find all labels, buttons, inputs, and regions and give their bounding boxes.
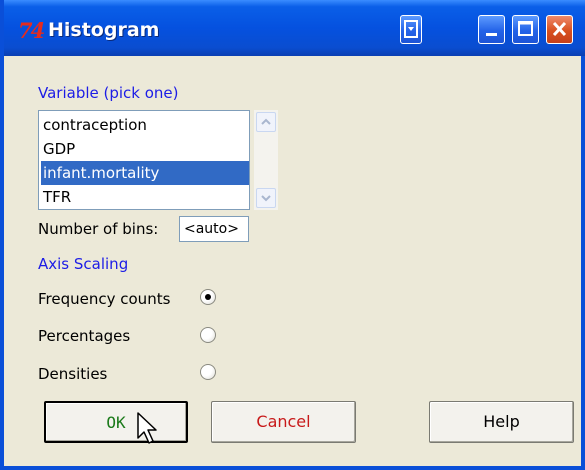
bins-label: Number of bins: — [38, 220, 159, 238]
variable-section-label: Variable (pick one) — [38, 84, 179, 102]
ok-button[interactable]: OK — [44, 401, 188, 443]
scroll-up-button[interactable] — [256, 112, 276, 132]
window-menu-button[interactable] — [400, 15, 422, 44]
list-item-selected[interactable]: infant.mortality — [41, 161, 249, 185]
axis-scaling-label: Axis Scaling — [38, 255, 129, 273]
frequency-counts-label: Frequency counts — [38, 290, 171, 308]
scroll-down-button[interactable] — [256, 188, 276, 208]
close-button[interactable] — [546, 15, 573, 44]
frequency-counts-radio[interactable] — [200, 289, 216, 305]
densities-label: Densities — [38, 365, 108, 383]
percentages-label: Percentages — [38, 327, 131, 345]
densities-radio[interactable] — [200, 364, 216, 380]
window-title: Histogram — [48, 19, 160, 41]
histogram-dialog: 74 Histogram Variable (pick one) contrac… — [0, 0, 585, 470]
app-logo-icon: 74 — [18, 18, 45, 43]
mouse-pointer-icon — [137, 412, 161, 452]
minimize-button[interactable] — [478, 15, 505, 44]
maximize-button[interactable] — [512, 15, 539, 44]
percentages-radio[interactable] — [200, 327, 216, 343]
list-item[interactable]: contraception — [41, 113, 249, 137]
list-item[interactable]: TFR — [41, 185, 249, 209]
title-bar[interactable]: 74 Histogram — [4, 0, 585, 56]
cancel-button[interactable]: Cancel — [211, 401, 356, 443]
list-item[interactable]: GDP — [41, 137, 249, 161]
help-button[interactable]: Help — [429, 401, 574, 443]
bins-input[interactable]: <auto> — [179, 216, 249, 242]
variable-scrollbar[interactable] — [254, 110, 278, 210]
variable-listbox[interactable]: contraception GDP infant.mortality TFR — [38, 110, 250, 210]
radio-selected-dot — [205, 294, 211, 300]
